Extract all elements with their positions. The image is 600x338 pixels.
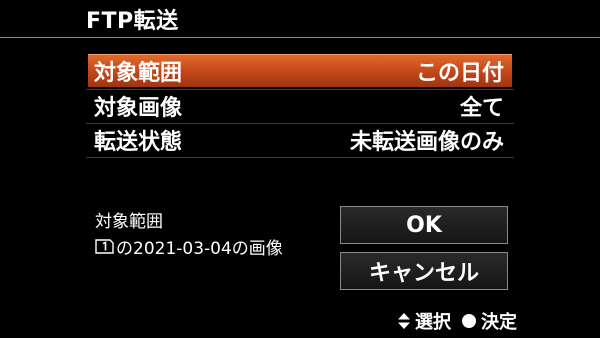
- menu-row-label: 対象範囲: [94, 61, 183, 86]
- menu-row-label: 転送状態: [94, 129, 183, 155]
- menu-row-value: この日付: [415, 61, 504, 86]
- ok-button[interactable]: OK: [340, 206, 508, 244]
- info-range-label: 対象範囲: [95, 212, 163, 232]
- up-down-arrow-icon: [398, 313, 410, 329]
- page-title: FTP転送: [86, 9, 179, 34]
- row-divider: [86, 157, 514, 158]
- select-hint-label: 選択: [415, 312, 451, 333]
- menu-row-value: 全て: [459, 95, 504, 121]
- menu-row-value: 未転送画像のみ: [349, 129, 504, 155]
- menu-row-transfer-status[interactable]: 転送状態 未転送画像のみ: [88, 123, 512, 156]
- footer-hints: 選択 決定: [397, 308, 517, 334]
- menu-row-label: 対象画像: [94, 95, 183, 121]
- info-range-value: の2021-03-04の画像: [95, 234, 283, 259]
- info-range-text: の2021-03-04の画像: [116, 239, 283, 259]
- menu-row-target-images[interactable]: 対象画像 全て: [88, 89, 512, 122]
- memory-card-1-icon: [95, 239, 114, 254]
- menu-row-target-range[interactable]: 対象範囲 この日付: [88, 54, 512, 87]
- cancel-button[interactable]: キャンセル: [340, 252, 508, 290]
- center-button-icon: [462, 314, 476, 328]
- title-divider: [0, 37, 600, 38]
- confirm-hint-label: 決定: [481, 312, 517, 333]
